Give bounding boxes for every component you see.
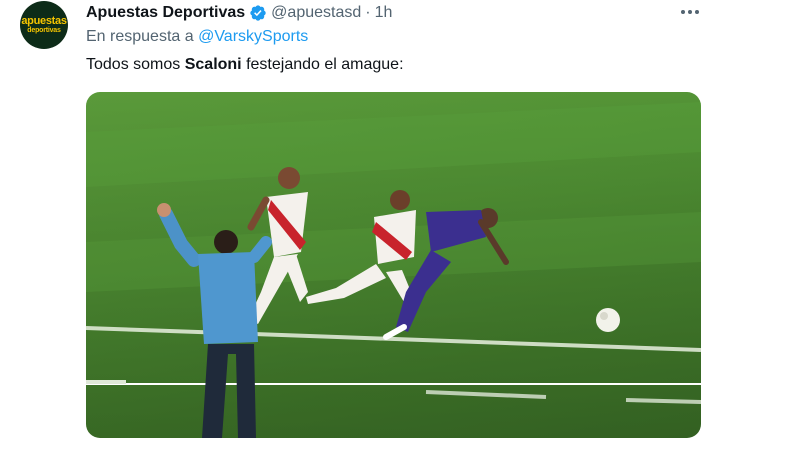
tweet-header: Apuestas Deportivas @apuestasd · 1h — [86, 2, 392, 24]
display-name[interactable]: Apuestas Deportivas — [86, 4, 245, 22]
reply-context: En respuesta a @VarskySports — [86, 28, 308, 46]
verified-badge-icon — [250, 5, 266, 21]
tweet-text-bold: Scaloni — [184, 56, 242, 73]
tweet[interactable]: apuestas deportivas Apuestas Deportivas … — [0, 0, 800, 450]
avatar-logo-text-bottom: deportivas — [27, 26, 61, 34]
tweet-text: Todos somos Scaloni festejando el amague… — [86, 56, 404, 74]
tweet-media-video[interactable] — [86, 92, 701, 438]
handle[interactable]: @apuestasd — [271, 4, 361, 22]
separator-dot: · — [365, 4, 371, 21]
tweet-text-start: Todos somos — [86, 56, 185, 73]
football-scene-illustration — [86, 92, 701, 438]
avatar-logo-text-top: apuestas — [21, 14, 67, 27]
more-dot — [695, 10, 699, 14]
avatar[interactable]: apuestas deportivas — [20, 1, 68, 49]
more-dot — [688, 10, 692, 14]
more-dot — [681, 10, 685, 14]
reply-prefix: En respuesta a — [86, 28, 194, 45]
tweet-text-end: festejando el amague: — [241, 56, 404, 73]
timestamp[interactable]: 1h — [375, 4, 393, 22]
more-options-icon[interactable] — [676, 4, 704, 20]
reply-mention-link[interactable]: @VarskySports — [198, 28, 308, 45]
